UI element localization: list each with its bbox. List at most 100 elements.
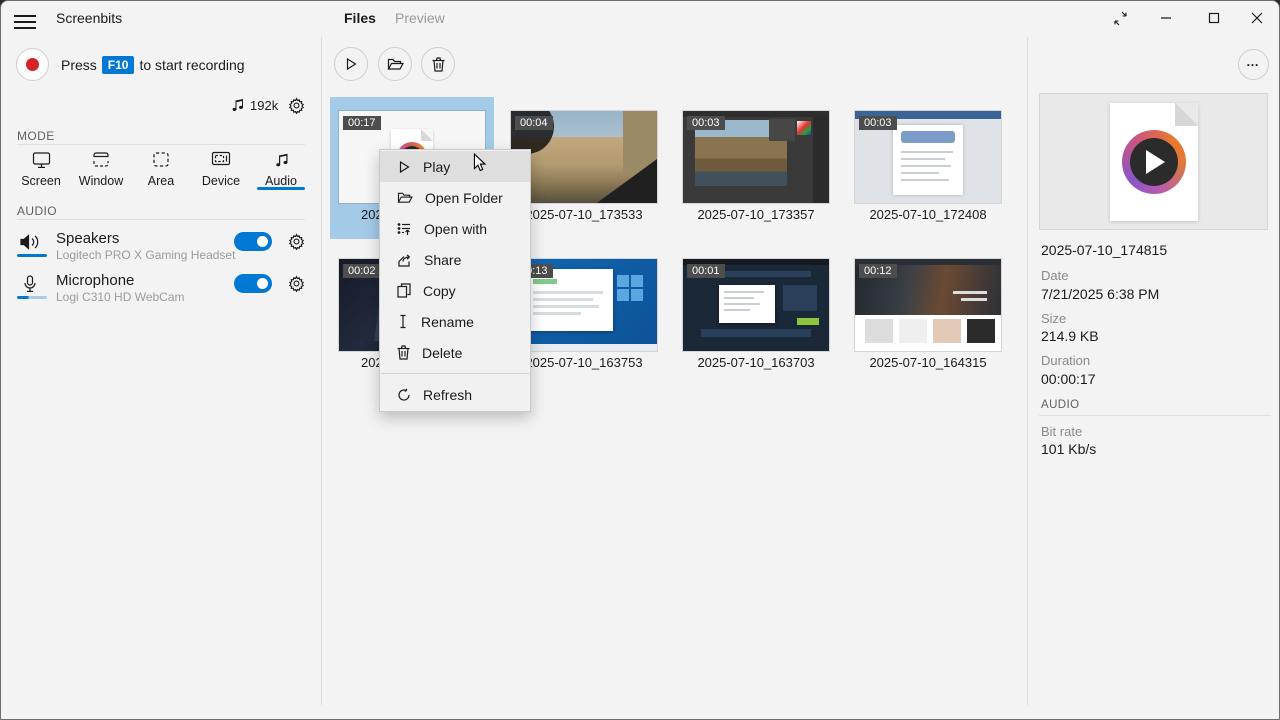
record-hint: Press F10to start recording [61,57,245,75]
audio-quality: 192k [231,98,278,113]
play-icon [344,57,358,71]
open-with-icon [397,222,412,236]
more-icon: … [1246,54,1261,69]
file-tile[interactable]: 00:03 2025-07-10_173357 [674,97,838,239]
duration-label: Duration [1041,353,1090,368]
play-icon [397,160,411,174]
tab-files[interactable]: Files [344,10,376,26]
file-name: 2025-07-10_173357 [674,207,838,222]
menu-item-delete[interactable]: Delete [380,337,530,368]
screenbits-window: Screenbits Files Preview PressF10to star… [0,0,1280,720]
bitrate-value: 101 Kb/s [1041,441,1096,457]
thumbnail-image: 00:03 [683,111,829,203]
microphone-description: Logi C310 HD WebCam [56,290,185,304]
mode-audio-label: Audio [251,174,311,188]
mode-audio[interactable]: Audio [251,151,311,188]
speakers-name: Speakers [56,230,119,247]
audio-icon [251,151,311,171]
device-row-speakers: Speakers Logitech PRO X Gaming Headset [1,233,321,277]
mode-area-label: Area [131,174,191,188]
duration-badge: 00:17 [343,116,381,130]
date-label: Date [1041,268,1068,283]
speakers-toggle[interactable] [234,232,272,251]
duration-badge: 00:03 [859,116,897,130]
details-filename: 2025-07-10_174815 [1041,242,1167,258]
maximize-icon[interactable] [1191,1,1237,35]
play-button[interactable] [334,47,368,81]
context-menu: Play Open Folder Open with Share [379,149,531,412]
mode-screen-label: Screen [11,174,71,188]
microphone-level-meter [17,296,47,299]
tab-preview[interactable]: Preview [395,10,445,26]
menu-item-open-folder[interactable]: Open Folder [380,182,530,213]
microphone-toggle[interactable] [234,274,272,293]
play-logo-icon [1146,150,1165,174]
menu-item-play[interactable]: Play [380,151,530,182]
music-note-icon [231,98,245,113]
file-tile[interactable]: 00:01 2025-07-10_163703 [674,245,838,387]
details-audio-section-label: AUDIO [1041,399,1079,411]
audio-quality-value: 192k [250,98,278,113]
window-icon [71,151,131,171]
record-hint-rest: to start recording [139,57,244,73]
menu-item-label: Open with [424,221,487,237]
thumbnail-image: 00:04 [511,111,657,203]
mode-screen[interactable]: Screen [11,151,71,188]
copy-icon [397,283,411,298]
file-tile[interactable]: 00:12 2025-07-10_164315 [846,245,1010,387]
file-tile[interactable]: 00:03 2025-07-10_172408 [846,97,1010,239]
file-preview [1039,93,1268,230]
mode-device-label: Device [191,174,251,188]
more-button[interactable]: … [1238,49,1269,80]
hamburger-menu-icon[interactable] [14,11,36,27]
record-hint-press: Press [61,57,97,73]
speaker-icon [19,233,41,251]
sidebar-divider [321,37,322,705]
device-row-microphone: Microphone Logi C310 HD WebCam [1,275,321,319]
menu-item-label: Copy [423,283,456,299]
details-audio-divider [1039,415,1271,416]
delete-icon [397,345,410,360]
thumbnail-image: 00:13 [511,259,657,351]
duration-badge: 00:02 [343,264,381,278]
menu-item-refresh[interactable]: Refresh [380,379,530,410]
mode-window-label: Window [71,174,131,188]
mode-window[interactable]: Window [71,151,131,188]
refresh-icon [397,388,411,402]
audio-quality-gear-icon[interactable] [288,97,305,114]
close-icon[interactable] [1234,1,1280,35]
menu-item-copy[interactable]: Copy [380,275,530,306]
size-label: Size [1041,311,1066,326]
compact-overlay-icon[interactable] [1097,1,1143,35]
hotkey-badge: F10 [102,56,135,74]
thumbnail-image: 00:12 [855,259,1001,351]
mode-device[interactable]: Device [191,151,251,188]
speakers-gear-icon[interactable] [288,233,305,250]
menu-item-open-with[interactable]: Open with [380,213,530,244]
mode-divider [17,144,305,145]
delete-button[interactable] [421,47,455,81]
speakers-description: Logitech PRO X Gaming Headset [56,248,235,262]
rename-icon [397,314,409,329]
record-button[interactable] [16,48,49,81]
record-dot-icon [26,58,39,71]
menu-separator [381,373,529,374]
file-name: 2025-07-10_172408 [846,207,1010,222]
menu-item-label: Refresh [423,387,472,403]
delete-icon [432,57,445,72]
mode-area[interactable]: Area [131,151,191,188]
duration-badge: 00:04 [515,116,553,130]
menu-item-share[interactable]: Share [380,244,530,275]
microphone-gear-icon[interactable] [288,275,305,292]
area-icon [131,151,191,171]
duration-badge: 00:01 [687,264,725,278]
file-name: 2025-07-10_164315 [846,355,1010,370]
menu-item-label: Rename [421,314,474,330]
menu-item-label: Play [423,159,450,175]
duration-value: 00:00:17 [1041,371,1096,387]
menu-item-rename[interactable]: Rename [380,306,530,337]
minimize-icon[interactable] [1143,1,1189,35]
open-folder-button[interactable] [378,47,412,81]
mode-section-label: MODE [17,129,55,143]
file-name: 2025-07-10_163703 [674,355,838,370]
